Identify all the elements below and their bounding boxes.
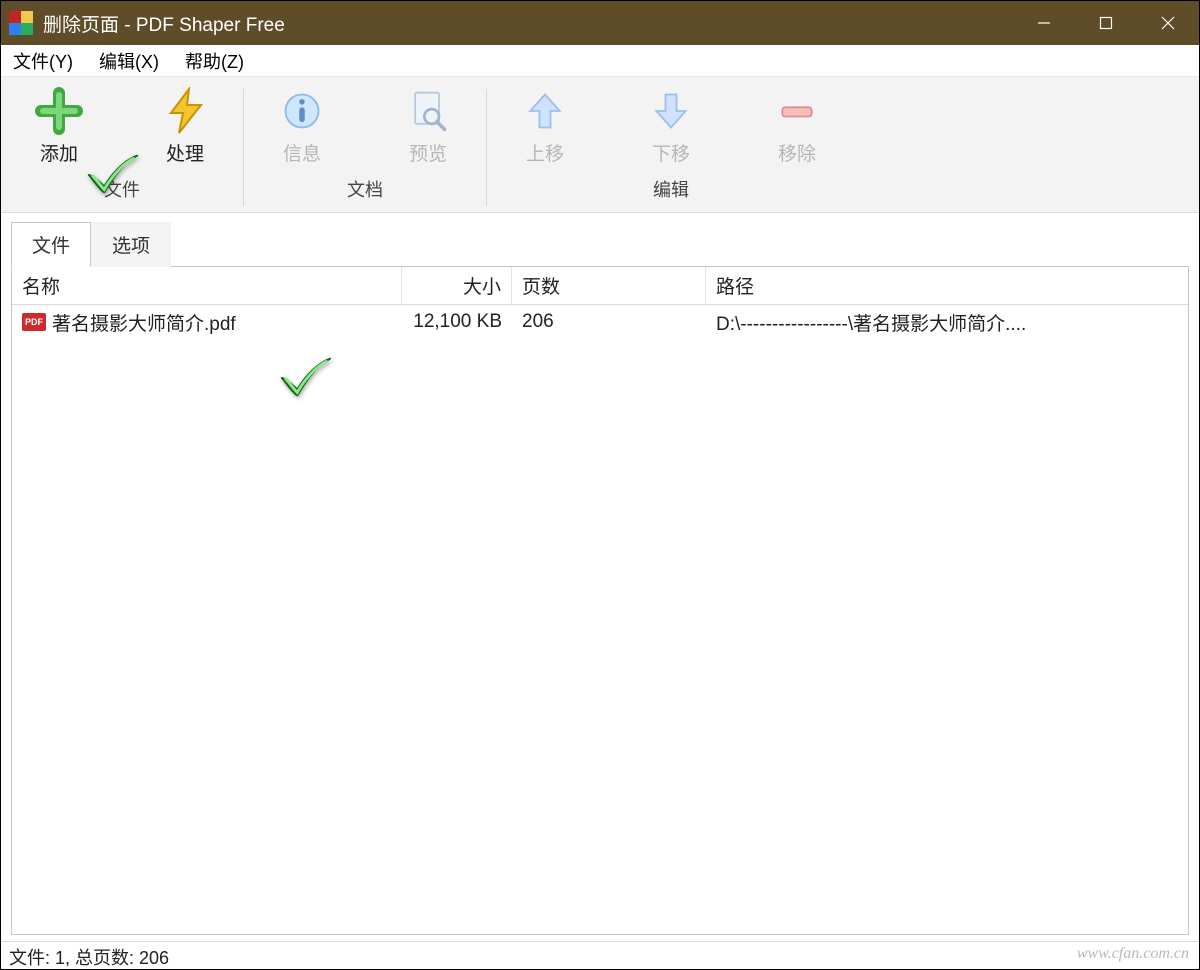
titlebar: 删除页面 - PDF Shaper Free (1, 1, 1199, 45)
move-down-button[interactable]: 下移 (621, 83, 721, 170)
toolbar-group-file-label: 文件 (104, 170, 140, 206)
toolbar: 添加 处理 文件 (1, 77, 1199, 213)
file-name: 著名摄影大师简介.pdf (52, 309, 236, 336)
menu-edit[interactable]: 编辑(X) (95, 46, 163, 76)
process-button[interactable]: 处理 (135, 83, 235, 170)
add-button-label: 添加 (40, 139, 78, 166)
remove-button-label: 移除 (778, 139, 816, 166)
toolbar-group-file: 添加 处理 文件 (1, 83, 243, 212)
statusbar: 文件: 1, 总页数: 206 (1, 941, 1199, 969)
table-row[interactable]: PDF 著名摄影大师简介.pdf 12,100 KB 206 D:\------… (12, 305, 1188, 339)
col-header-size[interactable]: 大小 (402, 267, 512, 304)
tab-body: 名称 大小 页数 路径 PDF 著名摄影大师简介.pdf 12,100 KB 2… (11, 267, 1189, 935)
process-button-label: 处理 (166, 139, 204, 166)
file-size: 12,100 KB (402, 311, 512, 333)
plus-icon (35, 87, 83, 135)
minimize-icon (1037, 16, 1051, 30)
info-button-label: 信息 (283, 139, 321, 166)
move-down-button-label: 下移 (652, 139, 690, 166)
lightning-icon (161, 87, 209, 135)
minimize-button[interactable] (1013, 1, 1075, 45)
pdf-icon: PDF (22, 313, 46, 331)
toolbar-group-doc-label: 文档 (347, 170, 383, 206)
tab-files[interactable]: 文件 (11, 222, 91, 267)
app-window: 删除页面 - PDF Shaper Free 文件(Y) 编辑(X) 帮助(Z) (0, 0, 1200, 970)
move-up-button-label: 上移 (526, 139, 564, 166)
preview-button-label: 预览 (409, 139, 447, 166)
app-icon (9, 11, 33, 35)
col-header-path[interactable]: 路径 (706, 267, 1188, 304)
tab-header: 文件 选项 (11, 221, 1189, 267)
toolbar-group-edit-label: 编辑 (653, 170, 689, 206)
preview-button[interactable]: 预览 (378, 83, 478, 170)
file-pages: 206 (512, 311, 706, 333)
list-header: 名称 大小 页数 路径 (12, 267, 1188, 305)
window-title: 删除页面 - PDF Shaper Free (43, 10, 285, 37)
remove-button[interactable]: 移除 (747, 83, 847, 170)
move-up-button[interactable]: 上移 (495, 83, 595, 170)
add-button[interactable]: 添加 (9, 83, 109, 170)
maximize-button[interactable] (1075, 1, 1137, 45)
menu-file[interactable]: 文件(Y) (9, 46, 77, 76)
arrow-up-icon (521, 87, 569, 135)
file-path: D:\-----------------\著名摄影大师简介.... (706, 309, 1188, 336)
col-header-name[interactable]: 名称 (12, 267, 402, 304)
arrow-down-icon (647, 87, 695, 135)
maximize-icon (1099, 16, 1113, 30)
minus-icon (773, 87, 821, 135)
file-list[interactable]: PDF 著名摄影大师简介.pdf 12,100 KB 206 D:\------… (12, 305, 1188, 934)
menu-help[interactable]: 帮助(Z) (181, 46, 248, 76)
close-button[interactable] (1137, 1, 1199, 45)
info-icon (278, 87, 326, 135)
tab-options[interactable]: 选项 (91, 222, 171, 267)
close-icon (1161, 16, 1175, 30)
col-header-pages[interactable]: 页数 (512, 267, 706, 304)
toolbar-group-edit: 上移 下移 移除 (487, 83, 855, 212)
info-button[interactable]: 信息 (252, 83, 352, 170)
preview-icon (404, 87, 452, 135)
menubar: 文件(Y) 编辑(X) 帮助(Z) (1, 45, 1199, 77)
tabs: 文件 选项 名称 大小 页数 路径 PDF 著名摄影大师简介.pdf 12,10… (1, 213, 1199, 941)
toolbar-group-doc: 信息 预览 文档 (244, 83, 486, 212)
